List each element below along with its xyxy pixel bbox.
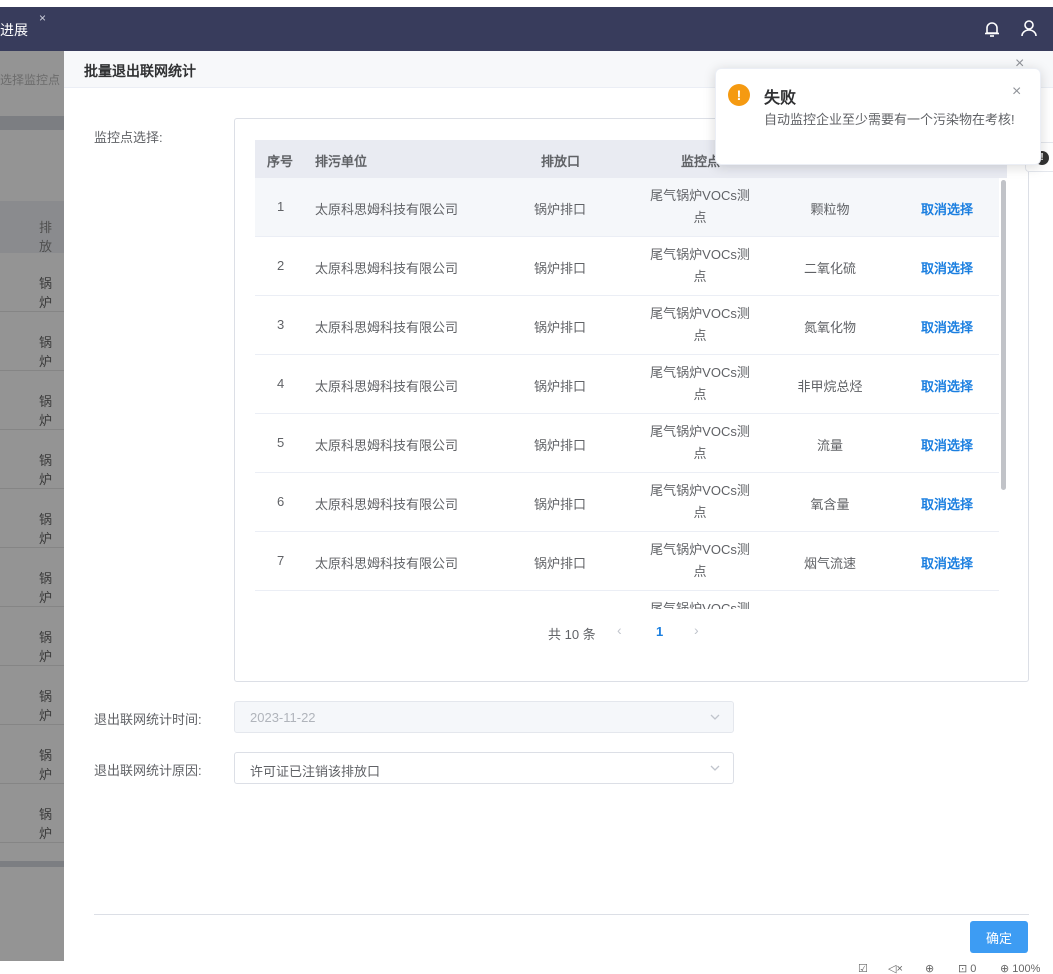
tab-close-icon[interactable]: × bbox=[39, 11, 46, 25]
cell-point: 尾气锅炉VOCs测点 bbox=[650, 424, 750, 461]
cell-pollutant: 流量 bbox=[816, 438, 843, 453]
zoom-level[interactable]: ⊕ 100% bbox=[1000, 962, 1040, 974]
cell-index: 2 bbox=[277, 258, 285, 273]
column-header-outlet: 排放口 bbox=[541, 154, 581, 169]
chevron-down-icon bbox=[710, 765, 720, 771]
modal-overlay[interactable] bbox=[0, 51, 64, 961]
deselect-link[interactable]: 取消选择 bbox=[921, 494, 973, 513]
warning-icon: ! bbox=[728, 84, 750, 106]
cell-unit: 太原科思姆科技有限公司 bbox=[315, 379, 459, 394]
cell-outlet: 锅炉排口 bbox=[534, 202, 587, 217]
cell-point: 尾气锅炉VOCs测点 bbox=[650, 306, 750, 343]
deselect-link[interactable]: 取消选择 bbox=[921, 553, 973, 572]
cell-unit: 太原科思姆科技有限公司 bbox=[315, 556, 459, 571]
cell-pollutant: 氧含量 bbox=[810, 497, 850, 512]
table-row: 4 太原科思姆科技有限公司 锅炉排口 尾气锅炉VOCs测点 非甲烷总烃 取消选择 bbox=[255, 355, 999, 414]
cell-unit: 太原科思姆科技有限公司 bbox=[315, 261, 459, 276]
cell-outlet: 锅炉排口 bbox=[534, 497, 587, 512]
monitor-point-table-box: 序号 排污单位 排放口 监控点 1 太原科思姆科技有限公司 锅炉排口 尾气锅炉V… bbox=[234, 118, 1029, 682]
mute-icon[interactable]: ◁× bbox=[888, 962, 903, 974]
cell-point: 尾气锅炉VOCs测点 bbox=[650, 365, 750, 402]
deselect-link[interactable]: 取消选择 bbox=[921, 376, 973, 395]
next-page-icon[interactable]: › bbox=[694, 622, 699, 638]
notification-title: 失败 bbox=[764, 90, 797, 107]
exit-time-label: 退出联网统计时间: bbox=[94, 712, 202, 727]
cell-index: 5 bbox=[277, 435, 285, 450]
exit-reason-label: 退出联网统计原因: bbox=[94, 763, 202, 778]
cell-point: 尾气锅炉VOCs测 bbox=[650, 601, 750, 609]
cell-unit: 太原科思姆科技有限公司 bbox=[315, 202, 459, 217]
top-bar: 进展 × bbox=[0, 7, 1053, 51]
cell-pollutant: 烟气流速 bbox=[803, 556, 856, 571]
batch-exit-drawer: 批量退出联网统计 × 监控点选择: 序号 排污单位 排放口 监控点 1 太原科思… bbox=[64, 51, 1053, 961]
cell-outlet: 锅炉排口 bbox=[534, 320, 587, 335]
exit-reason-select[interactable]: 许可证已注销该排放口 bbox=[234, 752, 734, 784]
cell-index: 4 bbox=[277, 376, 285, 391]
counter-badge[interactable]: ⊡ 0 bbox=[958, 962, 976, 974]
pagination: 共 10 条 ‹ 1 › bbox=[235, 622, 1028, 642]
table-row: 1 太原科思姆科技有限公司 锅炉排口 尾气锅炉VOCs测点 颗粒物 取消选择 bbox=[255, 178, 999, 237]
table-body[interactable]: 1 太原科思姆科技有限公司 锅炉排口 尾气锅炉VOCs测点 颗粒物 取消选择 2… bbox=[255, 178, 1007, 609]
check-icon[interactable]: ☑ bbox=[858, 962, 868, 974]
table-row: 7 太原科思姆科技有限公司 锅炉排口 尾气锅炉VOCs测点 烟气流速 取消选择 bbox=[255, 532, 999, 591]
cell-pollutant: 氮氧化物 bbox=[803, 320, 856, 335]
error-notification: ! 失败 自动监控企业至少需要有一个污染物在考核! × bbox=[715, 68, 1041, 165]
notification-close-icon[interactable]: × bbox=[1012, 83, 1021, 101]
status-bar: ☑ ◁× ⊕ ⊡ 0 ⊕ 100% bbox=[0, 961, 1053, 974]
cell-outlet: 锅炉排口 bbox=[534, 261, 587, 276]
cell-pollutant: 颗粒物 bbox=[810, 202, 850, 217]
tab-label[interactable]: 进展 bbox=[0, 20, 28, 40]
monitor-point-label: 监控点选择: bbox=[94, 130, 163, 145]
cell-index: 1 bbox=[277, 199, 285, 214]
cell-unit: 太原科思姆科技有限公司 bbox=[315, 438, 459, 453]
column-header-index: 序号 bbox=[267, 154, 294, 169]
cell-index: 7 bbox=[277, 553, 285, 568]
cell-outlet: 锅炉排口 bbox=[534, 438, 587, 453]
deselect-link[interactable]: 取消选择 bbox=[921, 317, 973, 336]
column-header-unit: 排污单位 bbox=[315, 154, 368, 169]
exit-reason-value: 许可证已注销该排放口 bbox=[250, 764, 381, 779]
cell-index: 3 bbox=[277, 317, 285, 332]
cell-pollutant: 非甲烷总烃 bbox=[797, 379, 863, 394]
deselect-link[interactable]: 取消选择 bbox=[921, 435, 973, 454]
page-number[interactable]: 1 bbox=[656, 624, 663, 639]
cell-point: 尾气锅炉VOCs测点 bbox=[650, 542, 750, 579]
prev-page-icon[interactable]: ‹ bbox=[617, 622, 622, 638]
user-icon[interactable] bbox=[1019, 18, 1039, 38]
cell-point: 尾气锅炉VOCs测点 bbox=[650, 483, 750, 520]
cell-unit: 太原科思姆科技有限公司 bbox=[315, 497, 459, 512]
cell-outlet: 锅炉排口 bbox=[534, 379, 587, 394]
table-row: 5 太原科思姆科技有限公司 锅炉排口 尾气锅炉VOCs测点 流量 取消选择 bbox=[255, 414, 999, 473]
table-row: 2 太原科思姆科技有限公司 锅炉排口 尾气锅炉VOCs测点 二氧化硫 取消选择 bbox=[255, 237, 999, 296]
table-row: 3 太原科思姆科技有限公司 锅炉排口 尾气锅炉VOCs测点 氮氧化物 取消选择 bbox=[255, 296, 999, 355]
cell-outlet: 锅炉排口 bbox=[534, 556, 587, 571]
cell-pollutant: 二氧化硫 bbox=[803, 261, 856, 276]
exit-time-value: 2023-11-22 bbox=[250, 710, 316, 725]
table-row: 6 太原科思姆科技有限公司 锅炉排口 尾气锅炉VOCs测点 氧含量 取消选择 bbox=[255, 473, 999, 532]
exit-time-field: 2023-11-22 bbox=[234, 701, 734, 733]
cell-point: 尾气锅炉VOCs测点 bbox=[650, 188, 750, 225]
footer-divider bbox=[94, 914, 1029, 915]
cell-point: 尾气锅炉VOCs测点 bbox=[650, 247, 750, 284]
confirm-button[interactable]: 确定 bbox=[970, 921, 1028, 953]
drawer-title: 批量退出联网统计 bbox=[84, 63, 196, 79]
deselect-link[interactable]: 取消选择 bbox=[921, 199, 973, 218]
extension-icon[interactable]: ⊕ bbox=[925, 962, 934, 974]
cell-unit: 太原科思姆科技有限公司 bbox=[315, 320, 459, 335]
pagination-total: 共 10 条 bbox=[548, 627, 596, 642]
notification-message: 自动监控企业至少需要有一个污染物在考核! bbox=[764, 112, 1015, 127]
bell-icon[interactable] bbox=[982, 19, 1002, 39]
table-row: 尾气锅炉VOCs测 bbox=[255, 591, 999, 609]
deselect-link[interactable]: 取消选择 bbox=[921, 258, 973, 277]
table-scrollbar[interactable] bbox=[1001, 180, 1006, 490]
chevron-down-icon bbox=[710, 714, 720, 720]
cell-index: 6 bbox=[277, 494, 285, 509]
